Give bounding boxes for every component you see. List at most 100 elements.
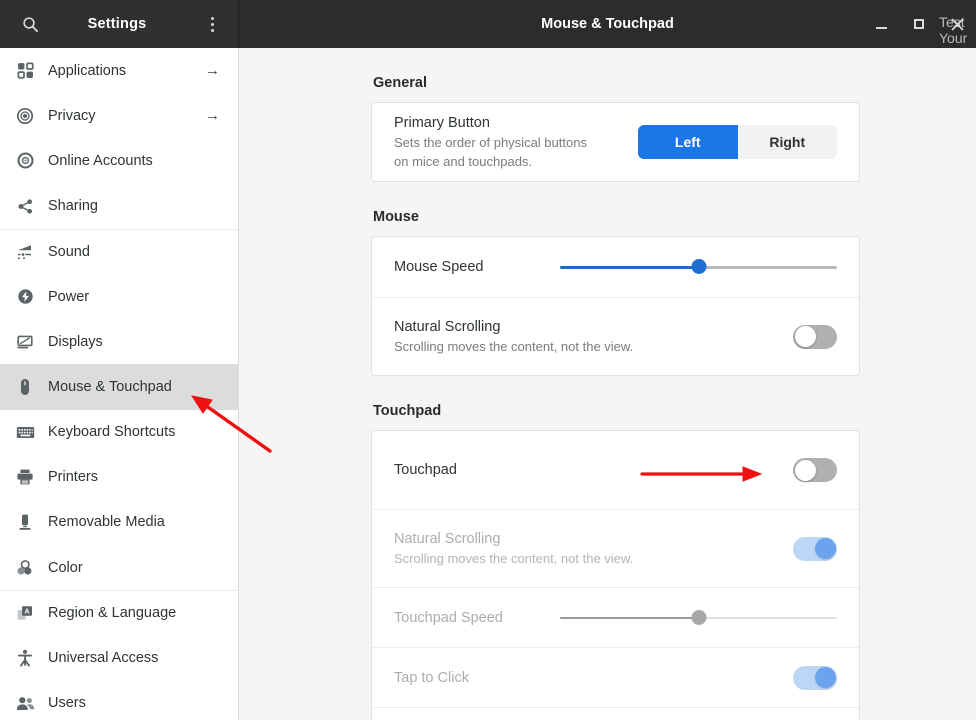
sidebar-item-label: Region & Language (48, 605, 177, 622)
touchpad-next-row-partial (372, 707, 859, 720)
sidebar-item-label: Universal Access (48, 650, 159, 667)
sidebar-item-mouse-touchpad[interactable]: Mouse & Touchpad (0, 364, 238, 410)
mouse-icon (14, 376, 36, 398)
settings-window: Settings Mouse & Touchpad Test Your Sett… (0, 0, 976, 720)
close-button[interactable] (938, 7, 976, 41)
mouse-speed-title: Mouse Speed (394, 259, 484, 275)
users-icon (14, 692, 36, 714)
sidebar-item-label: Mouse & Touchpad (48, 378, 172, 395)
touchpad-tap-to-click-text: Tap to Click (394, 668, 793, 688)
primary-button-text: Primary Button Sets the order of physica… (394, 113, 638, 171)
touchpad-speed-slider-fill (560, 616, 699, 619)
sidebar-item-label: Sharing (48, 198, 98, 215)
chevron-right-icon: → (205, 107, 220, 125)
section-heading-touchpad: Touchpad (373, 403, 442, 419)
toggle-knob (794, 326, 816, 347)
sidebar-item-online-accounts[interactable]: Online Accounts (0, 138, 238, 183)
touchpad-natural-scrolling-subtitle: Scrolling moves the content, not the vie… (394, 551, 634, 566)
touchpad-speed-slider (560, 608, 837, 628)
general-card: Primary Button Sets the order of physica… (371, 102, 860, 182)
sound-volume-icon (14, 241, 36, 263)
settings-content-inner: General Primary Button Sets the order of… (239, 75, 976, 720)
mouse-speed-slider-handle[interactable] (691, 259, 706, 274)
titlebar: Settings Mouse & Touchpad Test Your Sett… (0, 0, 976, 62)
sidebar-item-sharing[interactable]: Sharing (0, 184, 238, 229)
sidebar-item-privacy[interactable]: Privacy → (0, 93, 238, 138)
primary-button-row: Primary Button Sets the order of physica… (372, 103, 859, 181)
touchpad-enable-title: Touchpad (394, 462, 457, 478)
titlebar-sidebar-section: Settings (0, 0, 239, 48)
displays-monitor-icon (14, 331, 36, 353)
privacy-target-icon (14, 105, 36, 127)
removable-media-icon (14, 511, 36, 533)
sidebar-item-region-language[interactable]: A Region & Language (0, 590, 238, 635)
titlebar-content-section: Mouse & Touchpad Test Your Settings (239, 0, 976, 62)
touchpad-natural-scrolling-text: Natural Scrolling Scrolling moves the co… (394, 529, 793, 568)
mouse-speed-text: Mouse Speed (394, 257, 544, 277)
menu-dots-icon[interactable] (192, 7, 232, 41)
sidebar-item-label: Displays (48, 333, 103, 350)
region-language-icon: A (14, 602, 36, 624)
mouse-natural-scrolling-toggle[interactable] (793, 324, 837, 349)
sidebar-item-label: Color (48, 559, 83, 576)
sidebar-item-label: Keyboard Shortcuts (48, 424, 176, 441)
settings-content-pane: General Primary Button Sets the order of… (239, 48, 976, 720)
sharing-share-icon (14, 195, 36, 217)
sidebar-item-users[interactable]: Users (0, 681, 238, 720)
sidebar-item-power[interactable]: Power (0, 274, 238, 319)
mouse-natural-scrolling-subtitle: Scrolling moves the content, not the vie… (394, 339, 634, 354)
primary-button-title: Primary Button (394, 115, 490, 131)
printer-icon (14, 466, 36, 488)
toggle-knob (814, 538, 836, 559)
touchpad-speed-slider-handle (691, 609, 706, 625)
sidebar-item-color[interactable]: Color (0, 545, 238, 590)
touchpad-tap-to-click-title: Tap to Click (394, 669, 469, 686)
applications-grid-icon (14, 60, 36, 82)
sidebar-item-sound[interactable]: Sound (0, 228, 238, 274)
sidebar-item-displays[interactable]: Displays (0, 319, 238, 364)
toggle-knob (814, 667, 836, 688)
primary-button-segmented-control[interactable]: Left Right (638, 125, 837, 159)
touchpad-enable-row: Touchpad (372, 431, 859, 509)
app-title: Settings (87, 16, 147, 32)
touchpad-tap-to-click-toggle (793, 665, 837, 690)
mouse-natural-scrolling-row: Natural Scrolling Scrolling moves the co… (372, 297, 859, 375)
section-heading-mouse: Mouse (373, 209, 419, 225)
online-accounts-at-icon (14, 150, 36, 172)
touchpad-enable-text: Touchpad (394, 460, 793, 480)
touchpad-card: Touchpad Natural Scrolling Scrolling mov… (371, 430, 860, 720)
sidebar-item-keyboard-shortcuts[interactable]: Keyboard Shortcuts (0, 410, 238, 455)
sidebar-item-label: Applications (48, 62, 127, 79)
sidebar-item-printers[interactable]: Printers (0, 455, 238, 500)
sidebar-item-universal-access[interactable]: Universal Access (0, 635, 238, 680)
universal-access-icon (14, 647, 36, 669)
sidebar-item-label: Sound (48, 243, 90, 260)
primary-button-option-left[interactable]: Left (638, 125, 738, 159)
color-circles-icon (14, 557, 36, 579)
sidebar-item-label: Users (48, 695, 86, 712)
mouse-speed-row: Mouse Speed (372, 237, 859, 297)
sidebar-item-applications[interactable]: Applications → (0, 48, 238, 93)
sidebar-item-removable-media[interactable]: Removable Media (0, 500, 238, 545)
section-heading-general: General (373, 75, 427, 91)
toggle-knob (794, 459, 816, 481)
chevron-right-icon: → (205, 62, 220, 80)
primary-button-subtitle-line1: Sets the order of physical buttons (394, 135, 587, 150)
mouse-speed-slider[interactable] (560, 257, 837, 277)
sidebar-item-label: Printers (48, 469, 98, 486)
mouse-card: Mouse Speed Natural Scrolling Scrolling … (371, 236, 860, 376)
power-bolt-icon (14, 286, 36, 308)
sidebar-item-label: Privacy (48, 107, 96, 124)
touchpad-enable-toggle[interactable] (793, 458, 837, 482)
mouse-natural-scrolling-title: Natural Scrolling (394, 319, 501, 335)
mouse-speed-slider-fill (560, 266, 699, 269)
sidebar: Applications → Privacy → Online Accounts… (0, 48, 239, 720)
primary-button-option-right[interactable]: Right (738, 125, 838, 159)
svg-text:A: A (24, 609, 29, 616)
touchpad-speed-row: Touchpad Speed (372, 587, 859, 647)
minimize-button[interactable] (862, 7, 900, 41)
primary-button-subtitle-line2: on mice and touchpads. (394, 154, 533, 169)
sidebar-item-label: Power (48, 288, 90, 305)
mouse-natural-scrolling-text: Natural Scrolling Scrolling moves the co… (394, 317, 793, 356)
maximize-button[interactable] (900, 7, 938, 41)
